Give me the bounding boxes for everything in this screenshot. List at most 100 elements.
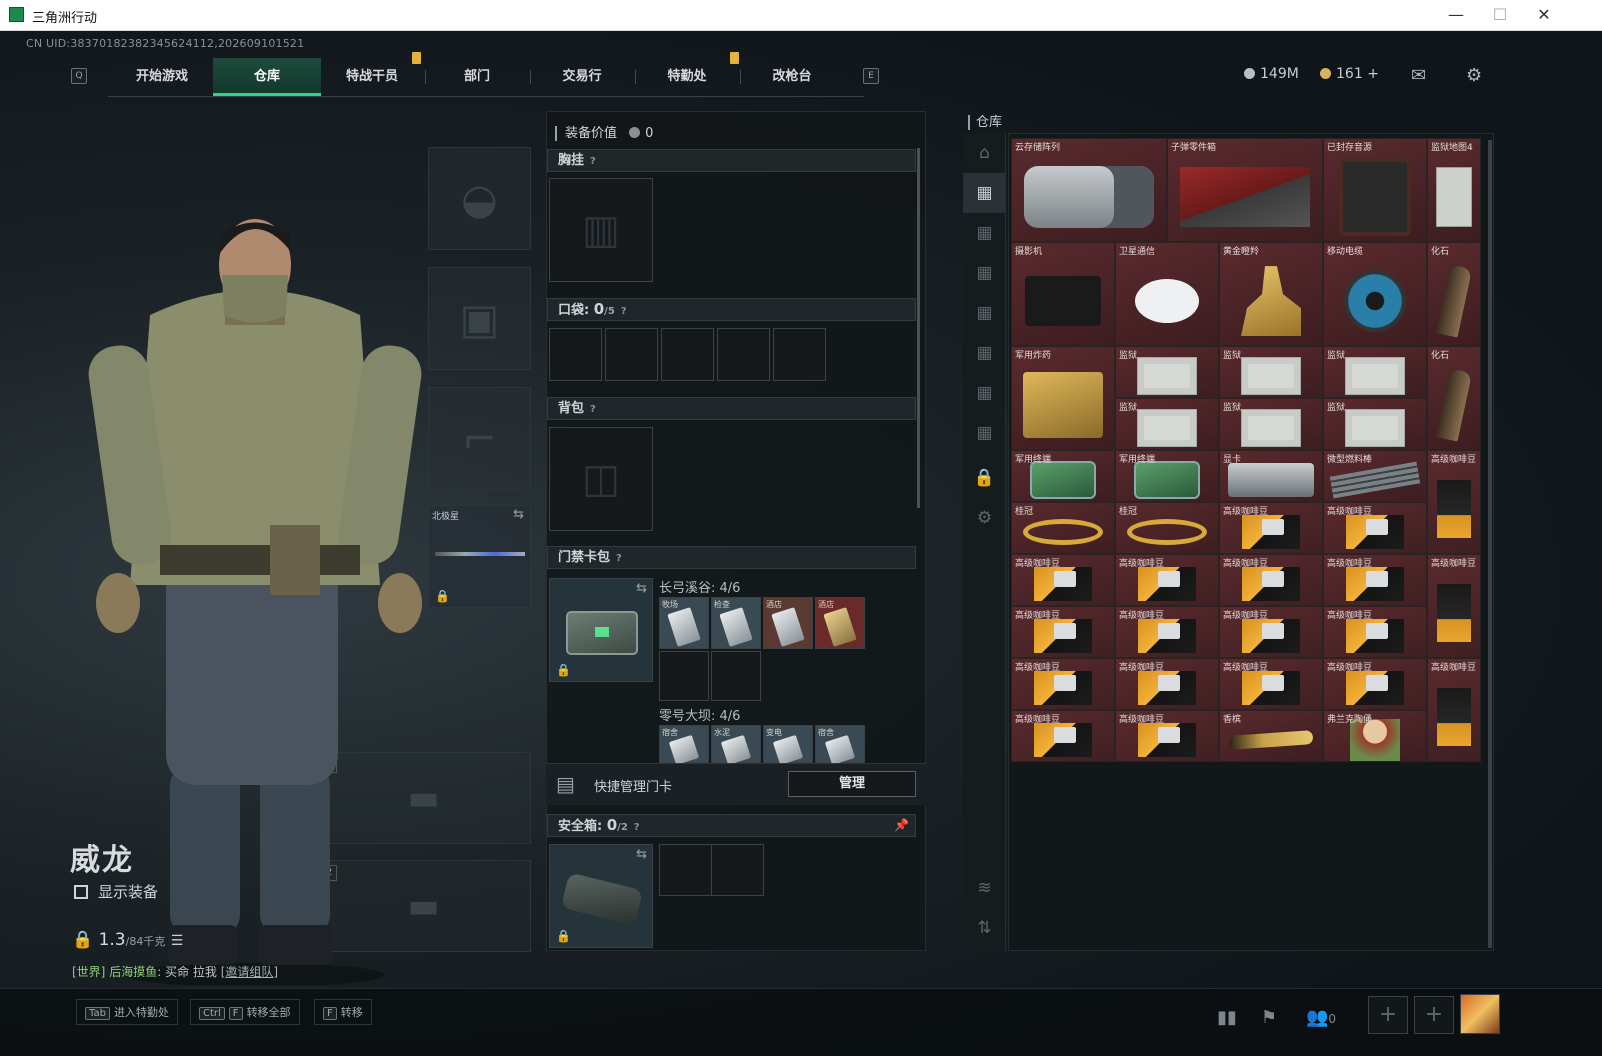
swap-icon[interactable]: ⇆ [636,847,647,862]
tab-gunsmith[interactable]: 改枪台 [738,58,846,96]
warehouse-item[interactable]: 高级咖啡豆 [1115,658,1219,710]
help-icon[interactable]: ? [590,151,596,172]
warehouse-item[interactable]: 监狱 [1219,346,1323,398]
safebox-slot[interactable] [659,844,712,896]
swap-icon[interactable]: ⇆ [636,581,647,596]
add-teammate-button[interactable]: + [1414,996,1454,1034]
swap-icon[interactable]: ⇆ [513,507,524,522]
warehouse-item[interactable]: 高级咖啡豆 [1427,450,1481,554]
stats-chart-icon[interactable]: ▮▮ [1210,1001,1244,1035]
warehouse-item[interactable]: 桂冠 [1115,502,1219,554]
chest-rig-slot[interactable]: ▥ [549,178,653,282]
prev-tab-key[interactable]: Q [71,68,87,84]
storage-page-5-icon[interactable]: ▦ [963,333,1006,373]
add-currency-button[interactable]: + [1367,66,1379,82]
warehouse-item[interactable]: 弗兰克陶俑 [1323,710,1427,762]
storage-page-4-icon[interactable]: ▦ [963,293,1006,333]
keycard-empty-slot[interactable] [711,651,761,701]
storage-settings-icon[interactable]: ⚙ [963,498,1006,538]
warehouse-item[interactable]: 桂冠 [1011,502,1115,554]
minimize-button[interactable]: — [1436,3,1476,27]
add-teammate-button[interactable]: + [1368,996,1408,1034]
warehouse-item[interactable]: 高级咖啡豆 [1011,606,1115,658]
warehouse-item[interactable]: 监狱 [1219,398,1323,450]
pocket-slot[interactable] [549,328,602,381]
warehouse-item[interactable]: 监狱地图4 [1427,138,1481,242]
pin-icon[interactable]: 📌 [894,815,909,836]
helmet-slot[interactable]: ◒ [428,147,531,250]
keycard[interactable]: 检查 [711,597,761,649]
warehouse-item[interactable]: 高级咖啡豆 [1115,554,1219,606]
safebox-case-slot[interactable]: ⇆ 🔒 [549,844,653,948]
storage-page-2-icon[interactable]: ▦ [963,213,1006,253]
melee-slot[interactable]: 北极星 ⇆ 🔒 [428,505,531,608]
chat-user[interactable]: 后海摸鱼 [109,965,157,979]
tab-operators[interactable]: 特战干员 [318,58,426,96]
warehouse-item[interactable]: 香槟 [1219,710,1323,762]
storage-page-3-icon[interactable]: ▦ [963,253,1006,293]
manage-button[interactable]: 管理 [788,771,916,797]
warehouse-item[interactable]: 高级咖啡豆 [1011,554,1115,606]
list-icon[interactable]: ☰ [171,933,184,949]
warehouse-item[interactable]: 军用终端 [1011,450,1115,502]
warehouse-item[interactable]: 云存储阵列 [1011,138,1167,242]
warehouse-item[interactable]: 显卡 [1219,450,1323,502]
show-gear-toggle[interactable]: 显示装备 [74,881,158,902]
pocket-slot[interactable] [661,328,714,381]
warehouse-item[interactable]: 高级咖啡豆 [1115,710,1219,762]
keycard[interactable]: 宿舍 [659,725,709,766]
warehouse-item[interactable]: 高级咖啡豆 [1323,502,1427,554]
keycard[interactable]: 酒店 [763,597,813,649]
warehouse-item[interactable]: 高级咖啡豆 [1323,606,1427,658]
keycard[interactable]: 变电 [763,725,813,766]
tab-department[interactable]: 部门 [423,58,531,96]
close-button[interactable]: ✕ [1524,3,1564,27]
storage-all-icon[interactable]: ⌂ [963,133,1006,173]
storage-page-1-icon[interactable]: ▦ [963,173,1006,213]
safebox-slot[interactable] [711,844,764,896]
pocket-slot[interactable] [717,328,770,381]
enter-special-ops-hint[interactable]: Tab 进入特勤处 [76,999,178,1025]
auto-arrange-icon[interactable]: ⇅ [963,908,1006,948]
warehouse-item[interactable]: 监狱 [1323,346,1427,398]
warehouse-item[interactable]: 高级咖啡豆 [1011,710,1115,762]
warehouse-item[interactable]: 军用终端 [1115,450,1219,502]
warehouse-item[interactable]: 已封存音源 [1323,138,1427,242]
checkbox[interactable] [74,885,88,899]
sort-layers-icon[interactable]: ≋ [963,868,1006,908]
warehouse-item[interactable]: 高级咖啡豆 [1323,554,1427,606]
tab-trading[interactable]: 交易行 [528,58,636,96]
keycard[interactable]: 宿舍 [815,725,865,766]
warehouse-item[interactable]: 高级咖啡豆 [1115,606,1219,658]
warehouse-item[interactable]: 摄影机 [1011,242,1115,346]
keycard[interactable]: 酒店 [815,597,865,649]
maximize-button[interactable]: ☐ [1480,3,1520,27]
armor-slot[interactable]: ▣ [428,267,531,370]
help-icon[interactable]: ? [616,548,622,569]
transfer-hint[interactable]: F 转移 [314,999,372,1025]
warehouse-item[interactable]: 高级咖啡豆 [1427,554,1481,658]
keycard[interactable]: 水泥 [711,725,761,766]
warehouse-item[interactable]: 高级咖啡豆 [1323,658,1427,710]
team-icon[interactable]: 👥0 [1296,1001,1346,1035]
mail-icon[interactable]: ✉ [1411,65,1426,86]
pocket-slot[interactable] [773,328,826,381]
help-icon[interactable]: ? [590,399,596,420]
warehouse-item[interactable]: 微型燃料棒 [1323,450,1427,502]
equipment-scrollbar[interactable] [917,148,920,508]
warehouse-item[interactable]: 黄金瞪羚 [1219,242,1323,346]
help-icon[interactable]: ? [634,817,640,838]
tab-warehouse[interactable]: 仓库 [213,58,321,96]
warehouse-item[interactable]: 监狱 [1323,398,1427,450]
warehouse-item[interactable]: 卫星通信 [1115,242,1219,346]
warehouse-item[interactable]: 监狱 [1115,346,1219,398]
flag-icon[interactable]: ⚑ [1252,1001,1286,1035]
warehouse-scrollbar[interactable] [1488,140,1492,948]
help-icon[interactable]: ? [621,301,627,322]
player-avatar[interactable] [1460,994,1500,1034]
keycard[interactable]: 牧场 [659,597,709,649]
next-tab-key[interactable]: E [863,68,879,84]
warehouse-item[interactable]: 化石 [1427,242,1481,346]
warehouse-item[interactable]: 高级咖啡豆 [1011,658,1115,710]
warehouse-item[interactable]: 高级咖啡豆 [1219,502,1323,554]
